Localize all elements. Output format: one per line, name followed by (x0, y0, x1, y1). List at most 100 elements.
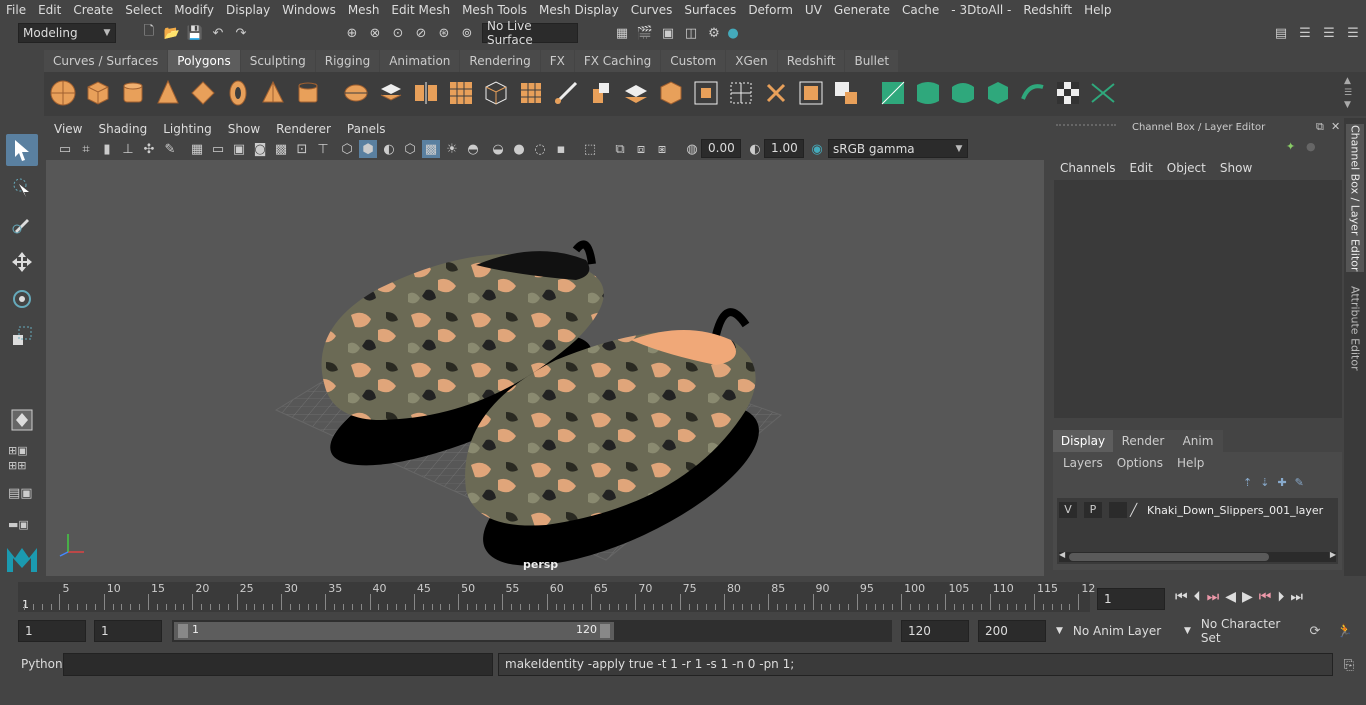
range-handle-start[interactable] (178, 624, 188, 638)
tab-xgen[interactable]: XGen (726, 50, 777, 72)
paint-select-tool-icon[interactable] (6, 208, 38, 240)
tab-custom[interactable]: Custom (661, 50, 726, 72)
workspace-cube-icon[interactable]: ▤ (1272, 24, 1290, 42)
merge-icon[interactable] (727, 79, 755, 107)
render-view-icon[interactable]: ● (724, 24, 742, 42)
tab-rigging[interactable]: Rigging (315, 50, 380, 72)
combine-icon[interactable] (342, 79, 370, 107)
xray-icon[interactable]: ⧉ (611, 140, 629, 158)
script-editor-icon[interactable]: ⎘ (1340, 656, 1358, 674)
animation-end-field[interactable]: 200 (978, 620, 1046, 642)
command-language-label[interactable]: Python (21, 657, 63, 671)
poly-cylinder-icon[interactable] (119, 79, 147, 107)
ipr-icon[interactable]: ◫ (682, 24, 700, 42)
tab-animation[interactable]: Animation (380, 50, 460, 72)
new-layer-icon[interactable]: ✚ (1277, 476, 1286, 489)
exposure-icon[interactable]: ◍ (683, 140, 701, 158)
menu-generate[interactable]: Generate (828, 3, 896, 17)
xray-joints-icon[interactable]: ⧈ (632, 140, 650, 158)
depth-of-field-icon[interactable]: ▪ (552, 140, 570, 158)
menu-3dtoall[interactable]: - 3DtoAll - (945, 3, 1017, 17)
resolution-gate-icon[interactable]: ▣ (230, 140, 248, 158)
bevel-icon[interactable] (657, 79, 685, 107)
menu-modify[interactable]: Modify (168, 3, 220, 17)
menu-help[interactable]: Help (1177, 456, 1204, 470)
tab-redshift[interactable]: Redshift (777, 50, 845, 72)
undo-icon[interactable]: ↶ (209, 24, 227, 42)
menu-help[interactable]: Help (1078, 3, 1117, 17)
menu-redshift[interactable]: Redshift (1017, 3, 1078, 17)
move-tool-icon[interactable] (6, 246, 38, 278)
layer-color-icon[interactable]: ╱ (1130, 503, 1144, 517)
shelf-scroll-down-icon[interactable]: ▼ (1344, 100, 1351, 110)
menu-file[interactable]: File (0, 3, 32, 17)
cylindrical-uv-icon[interactable] (914, 79, 942, 107)
tab-polygons[interactable]: Polygons (168, 50, 240, 72)
bridge-icon[interactable] (622, 79, 650, 107)
menu-windows[interactable]: Windows (276, 3, 342, 17)
poly-sphere-icon[interactable] (49, 79, 77, 107)
color-space-dropdown[interactable]: sRGB gamma ▼ (828, 139, 968, 158)
tab-curves-surfaces[interactable]: Curves / Surfaces (44, 50, 168, 72)
render-settings-icon[interactable]: ▦ (613, 24, 631, 42)
tab-bullet[interactable]: Bullet (845, 50, 899, 72)
menu-cache[interactable]: Cache (896, 3, 945, 17)
menu-object[interactable]: Object (1167, 161, 1206, 175)
snap-view-icon[interactable]: ⊘ (412, 24, 430, 42)
spherical-uv-icon[interactable] (949, 79, 977, 107)
auto-uv-icon[interactable] (984, 79, 1012, 107)
menu-options[interactable]: Options (1117, 456, 1163, 470)
menu-mesh-display[interactable]: Mesh Display (533, 3, 625, 17)
graph-layout-icon[interactable]: ▬▣ (8, 518, 29, 531)
gate-mask-icon[interactable]: ◙ (251, 140, 269, 158)
hypershade-icon[interactable]: ⚙ (705, 24, 723, 42)
go-to-end-icon[interactable]: ⏭ (1290, 589, 1303, 605)
time-slider[interactable]: 1 5 10 15 20 25 30 35 40 45 50 55 60 65 70 75 80 85 90 95 1… (18, 582, 1095, 612)
workspace-dropdown[interactable]: Modeling ▼ (18, 23, 116, 43)
ipr-render-icon[interactable]: ▣ (659, 24, 677, 42)
animation-prefs-icon[interactable]: 🏃 (1336, 622, 1354, 640)
snap-curve-icon[interactable]: ⊗ (366, 24, 384, 42)
ambient-occlusion-icon[interactable]: ◒ (489, 140, 507, 158)
field-chart-icon[interactable]: ▩ (272, 140, 290, 158)
safe-action-icon[interactable]: ⊡ (293, 140, 311, 158)
layer-row[interactable]: V P ╱ Khaki_Down_Slippers_001_layer (1059, 500, 1336, 520)
layer-display-type[interactable] (1109, 502, 1127, 518)
step-back-key-icon[interactable]: ⏴ (1194, 589, 1201, 605)
menu-deform[interactable]: Deform (742, 3, 799, 17)
redo-icon[interactable]: ↷ (232, 24, 250, 42)
toggle-panel-icon[interactable]: ☰ (1296, 24, 1314, 42)
range-slider[interactable]: 1 120 (172, 620, 892, 642)
new-scene-icon[interactable]: 🗋 (140, 24, 158, 42)
four-layout-icon[interactable]: ⊞⊞ (8, 459, 26, 472)
lasso-tool-icon[interactable] (6, 171, 38, 203)
shadows-icon[interactable]: ◓ (464, 140, 482, 158)
rotate-tool-icon[interactable] (6, 283, 38, 315)
wireframe-on-shaded-icon[interactable]: ⬡ (401, 140, 419, 158)
menu-surfaces[interactable]: Surfaces (678, 3, 742, 17)
unfold-uv-icon[interactable] (1019, 79, 1047, 107)
range-slider-bar[interactable] (174, 622, 614, 640)
menu-select[interactable]: Select (119, 3, 168, 17)
menu-channels[interactable]: Channels (1060, 161, 1116, 175)
poly-cone-icon[interactable] (154, 79, 182, 107)
snap-surface-icon[interactable]: ⊛ (435, 24, 453, 42)
snap-pivot-icon[interactable]: ⊚ (458, 24, 476, 42)
circle-icon[interactable]: ● (1306, 140, 1316, 153)
smooth-shade-icon[interactable]: ⬢ (359, 140, 377, 158)
side-tab-attribute-editor[interactable]: Attribute Editor (1346, 280, 1364, 376)
current-frame-field[interactable]: 1 (1097, 588, 1165, 610)
layer-name[interactable]: Khaki_Down_Slippers_001_layer (1147, 504, 1323, 517)
go-to-start-icon[interactable]: ⏮ (1175, 589, 1188, 605)
animation-start-field[interactable]: 1 (18, 620, 86, 642)
menu-edit-mesh[interactable]: Edit Mesh (385, 3, 456, 17)
move-layer-down-icon[interactable]: ⇣ (1260, 476, 1269, 489)
toggle-tool-settings-icon[interactable]: ☰ (1320, 24, 1338, 42)
extract-icon[interactable] (832, 79, 860, 107)
multi-cut-icon[interactable] (552, 79, 580, 107)
motion-blur-icon[interactable]: ● (510, 140, 528, 158)
menu-layers[interactable]: Layers (1063, 456, 1103, 470)
scroll-right-icon[interactable]: ▶ (1330, 550, 1336, 559)
bookmark-icon[interactable]: ▮ (98, 140, 116, 158)
textured-icon[interactable]: ▩ (422, 140, 440, 158)
